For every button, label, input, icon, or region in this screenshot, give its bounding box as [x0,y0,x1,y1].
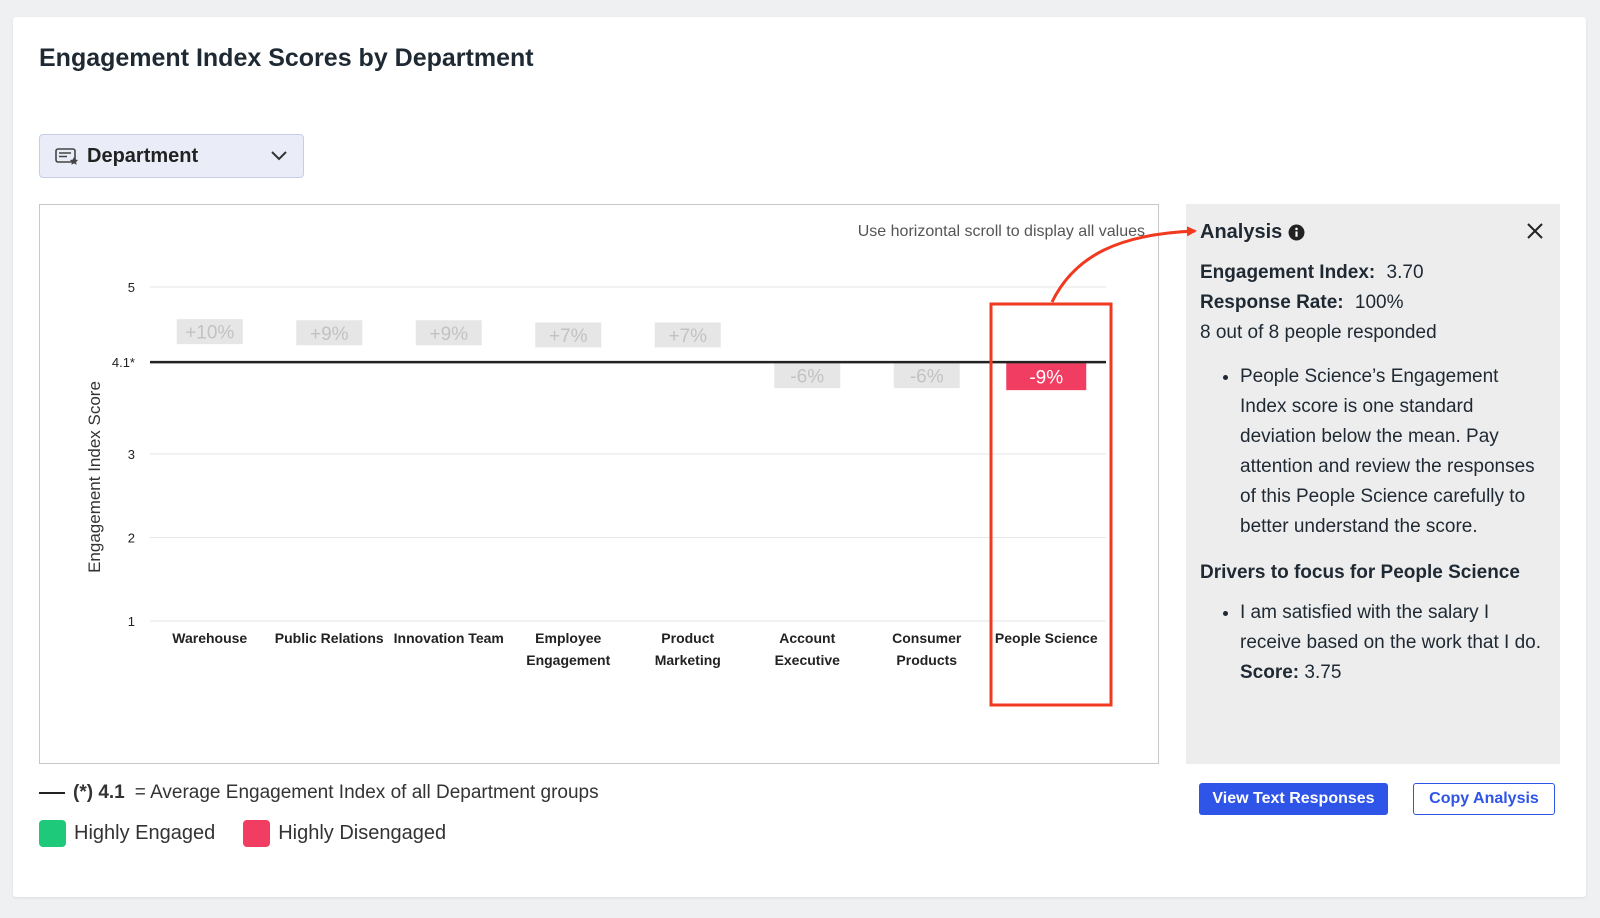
legend: Highly Engaged Highly Disengaged [39,820,474,847]
x-tick-label: Innovation Team [394,630,504,646]
delta-label: -6% [910,367,944,388]
legend-item-engaged: Highly Engaged [39,820,215,847]
response-rate-label: Response Rate: [1200,292,1344,313]
y-tick-label: 2 [128,531,135,546]
average-line-sample [39,792,65,794]
y-tick-label: 1 [128,614,135,629]
legend-item-disengaged: Highly Disengaged [243,820,446,847]
analysis-summary-item: People Science’s Engagement Index score … [1240,362,1546,542]
response-rate-row: Response Rate: 100% [1200,288,1546,318]
delta-label: +7% [668,326,707,347]
average-note: (*) 4.1 = Average Engagement Index of al… [39,782,599,804]
dropdown-label: Department [87,144,199,167]
engagement-index-value: 3.70 [1386,262,1424,283]
x-tick-label: Executive [775,652,841,668]
delta-label: +10% [185,323,234,344]
badge-card-icon [55,146,79,166]
driver-score-value: 3.75 [1304,662,1342,683]
info-icon[interactable] [1288,224,1305,241]
driver-score: Score: 3.75 [1240,658,1546,688]
x-tick-label: Account [779,630,835,646]
delta-label: +7% [549,326,588,347]
analysis-header: Analysis [1200,218,1546,246]
drivers-list: I am satisfied with the salary I receive… [1200,598,1546,688]
analysis-panel: Analysis Engagement Index: 3.70 Response… [1186,204,1560,764]
chart-container[interactable]: Use horizontal scroll to display all val… [39,204,1159,764]
chevron-down-icon [271,151,287,161]
x-tick-label: Employee [535,630,601,646]
driver-score-label: Score: [1240,662,1300,683]
legend-label-disengaged: Highly Disengaged [278,822,447,844]
x-tick-label: Warehouse [172,630,247,646]
analysis-title: Analysis [1200,220,1283,243]
drivers-title: Drivers to focus for People Science [1200,562,1520,583]
response-rate-value: 100% [1354,292,1404,313]
x-tick-label: Marketing [655,652,721,668]
delta-label: +9% [310,324,349,345]
engagement-index-label: Engagement Index: [1200,262,1376,283]
engagement-index-row: Engagement Index: 3.70 [1200,258,1546,288]
driver-text: I am satisfied with the salary I receive… [1240,602,1542,653]
legend-swatch-engaged [39,820,66,847]
legend-label-engaged: Highly Engaged [74,822,216,844]
x-tick-label: Product [661,630,714,646]
average-description: = Average Engagement Index of all Depart… [134,782,599,803]
x-tick-label: Products [896,652,957,668]
view-text-responses-button[interactable]: View Text Responses [1199,783,1388,815]
y-tick-label: 3 [128,447,135,462]
page-title: Engagement Index Scores by Department [39,44,534,72]
analysis-metrics: Engagement Index: 3.70 Response Rate: 10… [1200,258,1546,348]
x-tick-label: People Science [995,630,1098,646]
y-tick-label: 5 [128,280,135,295]
driver-item: I am satisfied with the salary I receive… [1240,598,1546,688]
y-tick-label: 4.1* [112,355,135,370]
delta-label: -6% [790,367,824,388]
close-icon[interactable] [1526,222,1544,240]
x-tick-label: Consumer [892,630,962,646]
responded-count: 8 out of 8 people responded [1200,322,1437,343]
y-axis-label: Engagement Index Score [85,381,104,573]
bar-chart: 1 2 3 4.1* 5 Engagement Index Score +10% Wareho… [85,280,1106,668]
delta-label: -9% [1029,368,1063,389]
legend-swatch-disengaged [243,820,271,847]
x-tick-label: Public Relations [275,630,384,646]
x-tick-label: Engagement [526,652,610,668]
analysis-summary-list: People Science’s Engagement Index score … [1200,362,1546,542]
copy-analysis-button[interactable]: Copy Analysis [1413,783,1555,815]
department-dropdown[interactable]: Department [39,134,304,178]
delta-label: +9% [429,324,468,345]
average-marker: (*) 4.1 [73,782,125,803]
